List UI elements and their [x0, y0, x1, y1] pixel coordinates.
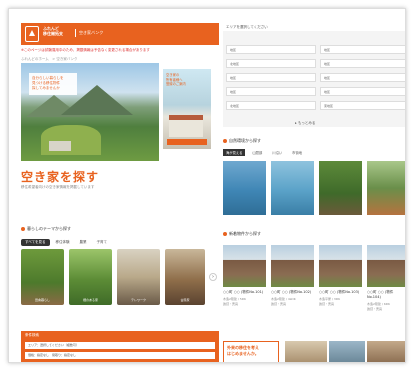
house-title: ○○町 ○○ (物件No.102) [271, 290, 312, 294]
owner-banner[interactable]: 空き家の 所有者様へ 登録のご案内 [163, 69, 211, 149]
nature-photo[interactable] [271, 161, 314, 215]
tab-experience[interactable]: 移住体験 [52, 239, 74, 246]
nature-photo[interactable] [319, 161, 362, 215]
owner-banner-button[interactable] [167, 139, 207, 145]
feature-photo-label: 古民家 [180, 298, 190, 302]
section-heading-text: 新着物件から探す [229, 231, 261, 236]
village-house [49, 141, 71, 151]
area-field[interactable]: 地区 [320, 45, 405, 54]
building-image [169, 115, 203, 137]
tab-mountain[interactable]: 山間部 [249, 149, 265, 156]
header-tag: 空き家バンク [75, 29, 103, 37]
nature-photo[interactable] [223, 161, 266, 215]
banner-photo[interactable] [367, 341, 405, 362]
owner-banner-text: 空き家の 所有者様へ 登録のご案内 [166, 73, 186, 86]
search-panel-heading: 条件検索 [25, 333, 39, 337]
hero-caption: 自分らしい暮らしを 見つける移住物件 探してみませんか [29, 73, 77, 95]
house-details: 木造2階建 / 4LDK 賃貸・売買 [271, 297, 296, 306]
house-photo [319, 245, 362, 287]
house-card[interactable]: ○○町 ○○ (物件No.101) 木造2階建 / 5DK 賃貸・売買 [223, 245, 266, 331]
nature-tabs: 海が見える 山間部 川沿い 市街地 [223, 149, 305, 156]
more-button[interactable]: ▸ もっとみる [295, 121, 315, 126]
area-field[interactable]: 地区 [226, 87, 316, 96]
banner-photo[interactable] [285, 341, 327, 362]
migration-banner[interactable]: 外来の移住を考え はじめませんか。 [223, 341, 279, 362]
area-field[interactable]: 東地区 [320, 101, 405, 110]
tab-river[interactable]: 川沿い [269, 149, 285, 156]
section-heading-feature: 暮らしのテーマから探す [21, 226, 71, 232]
nature-photo[interactable] [367, 161, 405, 215]
area-field[interactable]: 地区 [320, 73, 405, 82]
area-form: エリアを選択してください 地区 地区 北地区 地区 地区 地区 地区 地区 北地… [223, 25, 405, 127]
left-column: ふれんど 移住開拓支 空き家バンク ※このページは試験運用中のため、掲載情報は予… [21, 23, 219, 362]
house-title: ○○町 ○○ (物件No.103) [319, 290, 360, 294]
house-title: ○○町 ○○ (物件No.101) [223, 290, 264, 294]
feature-photo[interactable]: テレワーク [117, 249, 160, 305]
feature-photo-label: 畑のある家 [82, 298, 98, 302]
right-column: エリアを選択してください 地区 地区 北地区 地区 地区 地区 地区 地区 北地… [223, 23, 405, 362]
house-details: 木造2階建 / 5DK 賃貸・売買 [223, 297, 247, 306]
notice-text: ※このページは試験運用中のため、掲載情報は予告なく変更される場合があります [21, 48, 150, 52]
bullet-icon [21, 227, 25, 231]
search-panel: 条件検索 エリア：選択してください（複数可） 価格：指定なし 間取り：指定なし [21, 331, 219, 362]
area-select[interactable]: エリア：選択してください（複数可） [25, 342, 215, 349]
house-photo [271, 245, 314, 287]
feature-photo-label: 田舎暮らし [34, 298, 50, 302]
house-card[interactable]: ○○町 ○○ (物件No.102) 木造2階建 / 4LDK 賃貸・売買 [271, 245, 314, 331]
area-field[interactable]: 地区 [320, 59, 405, 68]
logo-icon[interactable] [25, 26, 39, 42]
house-details: 木造2階建 / 6DK 賃貸・売買 [367, 302, 391, 311]
bullet-icon [223, 139, 227, 143]
feature-photo[interactable]: 古民家 [165, 249, 205, 305]
area-field[interactable]: 地区 [226, 45, 316, 54]
page-title: 空き家を探す [21, 170, 100, 184]
tab-sea[interactable]: 海が見える [223, 149, 246, 156]
hero-image: 自分らしい暮らしを 見つける移住物件 探してみませんか [21, 63, 159, 161]
house-title: ○○町 ○○ (物件No.104) [367, 290, 394, 299]
bullet-icon [223, 232, 227, 236]
tab-city[interactable]: 市街地 [289, 149, 305, 156]
page-subtitle: 移住希望者向けの空き家情報を掲載しています [21, 185, 95, 189]
feature-tabs: すべてを見る 移住体験 農業 子育て [21, 239, 111, 246]
feature-photo-label: テレワーク [130, 298, 146, 302]
section-heading-houses: 新着物件から探す [223, 231, 261, 237]
area-field[interactable]: 北地区 [226, 59, 316, 68]
section-heading-nature: 自然環境から探す [223, 138, 261, 144]
banner-photo[interactable] [329, 341, 365, 362]
area-field[interactable]: 地区 [320, 87, 405, 96]
area-form-title: エリアを選択してください [226, 25, 268, 29]
tab-all[interactable]: すべてを見る [21, 239, 50, 246]
tab-farming[interactable]: 農業 [76, 239, 91, 246]
section-heading-text: 暮らしのテーマから探す [27, 226, 71, 231]
house-photo [223, 245, 266, 287]
chevron-right-icon[interactable]: › [209, 273, 217, 281]
house-photo [367, 245, 405, 287]
house-card[interactable]: ○○町 ○○ (物件No.103) 木造平屋 / 3DK 賃貸・売買 [319, 245, 362, 331]
feature-photo[interactable]: 畑のある家 [69, 249, 112, 305]
house-details: 木造平屋 / 3DK 賃貸・売買 [319, 297, 341, 306]
page-frame: ふれんど 移住開拓支 空き家バンク ※このページは試験運用中のため、掲載情報は予… [8, 8, 406, 363]
breadcrumb[interactable]: ふれんどのホーム > 空き家バンク [21, 57, 78, 62]
section-heading-text: 自然環境から探す [229, 138, 261, 143]
logo-text: ふれんど 移住開拓支 [43, 26, 63, 36]
site-header: ふれんど 移住開拓支 空き家バンク [21, 23, 219, 45]
tab-childcare[interactable]: 子育て [93, 239, 112, 246]
area-field[interactable]: 北地区 [226, 101, 316, 110]
feature-photo[interactable]: 田舎暮らし [21, 249, 64, 305]
house-card[interactable]: ○○町 ○○ (物件No.104) 木造2階建 / 6DK 賃貸・売買 [367, 245, 405, 331]
area-field[interactable]: 地区 [226, 73, 316, 82]
price-select[interactable]: 価格：指定なし 間取り：指定なし [25, 352, 215, 359]
